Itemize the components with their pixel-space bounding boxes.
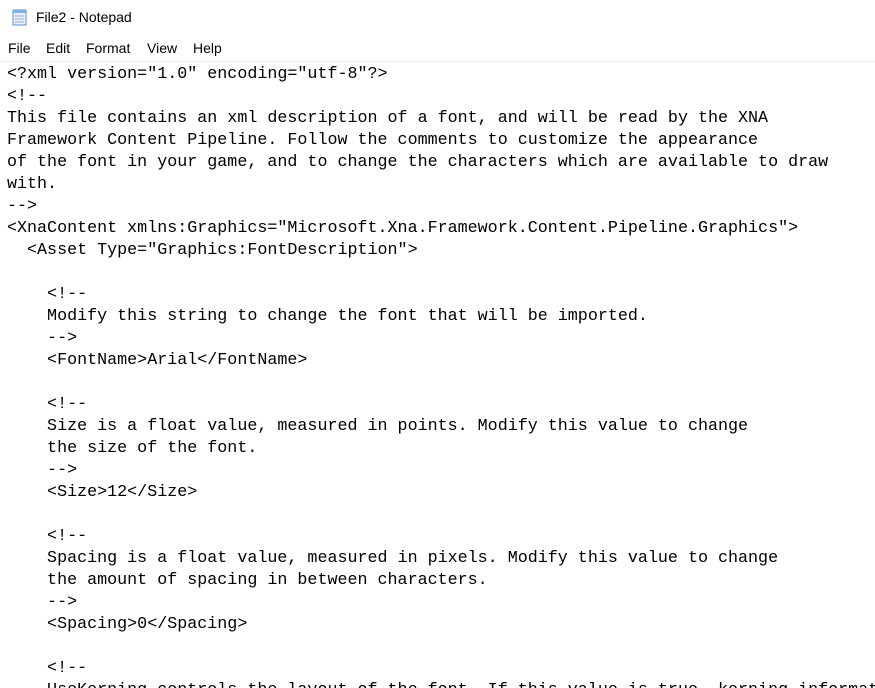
text-line bbox=[7, 372, 875, 394]
text-line: the size of the font. bbox=[7, 439, 258, 458]
text-line: --> bbox=[7, 593, 78, 612]
text-line: Modify this string to change the font th… bbox=[7, 307, 648, 326]
menu-file[interactable]: File bbox=[8, 40, 31, 56]
text-line: Size is a float value, measured in point… bbox=[7, 417, 749, 436]
menu-edit[interactable]: Edit bbox=[46, 40, 70, 56]
text-line: <!-- bbox=[7, 87, 48, 106]
text-line: Spacing is a float value, measured in pi… bbox=[7, 549, 779, 568]
text-content[interactable]: <?xml version="1.0" encoding="utf-8"?> <!… bbox=[7, 64, 875, 688]
text-line: <XnaContent xmlns:Graphics="Microsoft.Xn… bbox=[7, 219, 799, 238]
text-line: This file contains an xml description of… bbox=[7, 109, 769, 128]
menu-view[interactable]: View bbox=[147, 40, 177, 56]
text-line bbox=[7, 262, 875, 284]
title-bar: File2 - Notepad bbox=[0, 0, 875, 36]
text-line: UseKerning controls the layout of the fo… bbox=[7, 680, 875, 688]
text-line: the amount of spacing in between charact… bbox=[7, 571, 488, 590]
text-line: --> bbox=[7, 329, 78, 348]
menu-bar: File Edit Format View Help bbox=[0, 38, 875, 60]
text-line bbox=[7, 504, 875, 526]
text-line: with. bbox=[7, 175, 58, 194]
text-line: <Size>12</Size> bbox=[7, 483, 198, 502]
text-line: --> bbox=[7, 461, 78, 480]
text-line bbox=[7, 636, 875, 658]
text-line: <!-- bbox=[7, 285, 88, 304]
text-line: <!-- bbox=[7, 659, 88, 678]
text-line: <FontName>Arial</FontName> bbox=[7, 351, 308, 370]
window-title: File2 - Notepad bbox=[36, 9, 132, 25]
text-editor[interactable]: <?xml version="1.0" encoding="utf-8"?> <!… bbox=[0, 61, 875, 688]
text-line: of the font in your game, and to change … bbox=[7, 153, 829, 172]
menu-format[interactable]: Format bbox=[86, 40, 130, 56]
text-line: <!-- bbox=[7, 527, 88, 546]
text-line: --> bbox=[7, 197, 38, 216]
text-line: <Asset Type="Graphics:FontDescription"> bbox=[7, 241, 418, 260]
text-line: <Spacing>0</Spacing> bbox=[7, 615, 248, 634]
text-line: <!-- bbox=[7, 395, 88, 414]
text-line: Framework Content Pipeline. Follow the c… bbox=[7, 131, 759, 150]
notepad-icon bbox=[12, 9, 27, 26]
text-line: <?xml version="1.0" encoding="utf-8"?> bbox=[7, 65, 388, 84]
menu-help[interactable]: Help bbox=[193, 40, 222, 56]
